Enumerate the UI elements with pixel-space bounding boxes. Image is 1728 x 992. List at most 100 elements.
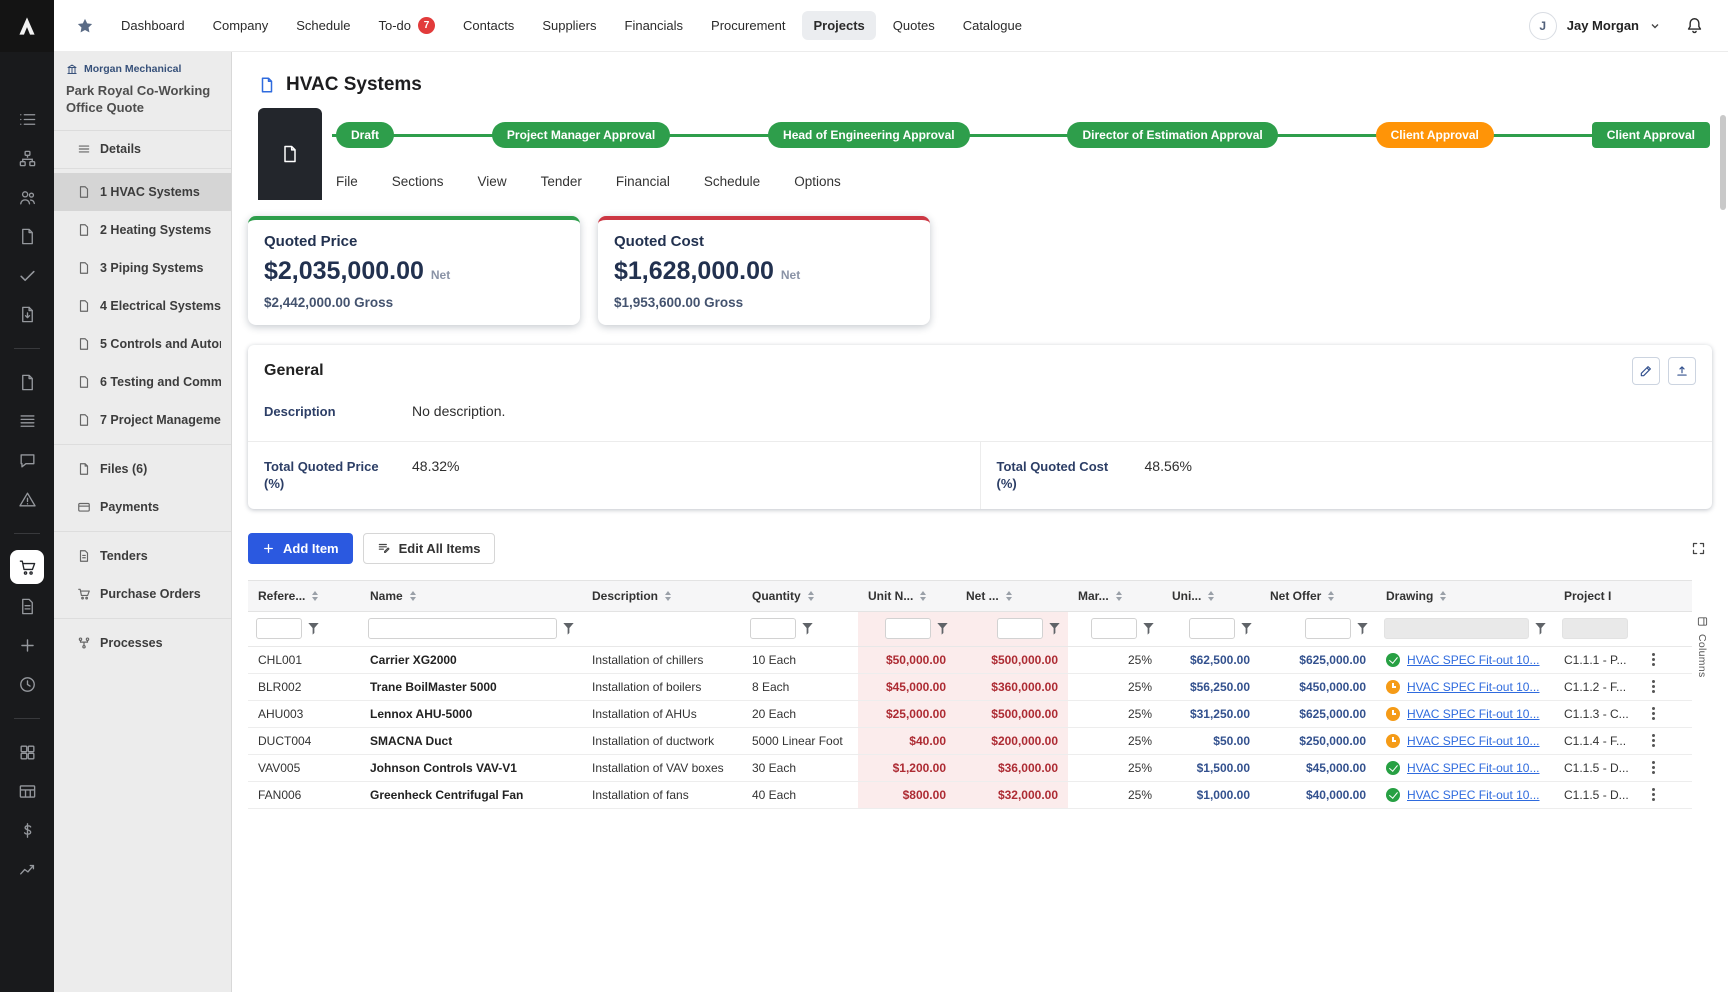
drawing-filter-input[interactable] [1384, 618, 1529, 639]
table-row[interactable]: FAN006 Greenheck Centrifugal Fan Install… [248, 782, 1692, 809]
filter-funnel-icon[interactable] [563, 623, 574, 635]
workflow-step-project-manager-approval[interactable]: Project Manager Approval [492, 122, 670, 148]
filter-funnel-icon[interactable] [1049, 623, 1060, 635]
file-import-icon[interactable] [10, 297, 44, 331]
edit-all-items-button[interactable]: Edit All Items [363, 533, 495, 564]
sidebar-section-controls-automation[interactable]: 5 Controls and Automation [54, 325, 231, 363]
quantity-filter-input[interactable] [750, 618, 796, 639]
unit-net-filter-input[interactable] [885, 618, 931, 639]
nav-schedule[interactable]: Schedule [285, 11, 361, 40]
column-header-net-cost[interactable]: Net ... [956, 581, 1068, 611]
drawing-link[interactable]: HVAC SPEC Fit-out 10... [1407, 734, 1540, 748]
filter-funnel-icon[interactable] [802, 623, 813, 635]
row-menu-kebab-icon[interactable] [1652, 712, 1655, 715]
row-menu-kebab-icon[interactable] [1652, 793, 1655, 796]
dashboard-grid-icon[interactable] [10, 735, 44, 769]
drawing-link[interactable]: HVAC SPEC Fit-out 10... [1407, 680, 1540, 694]
column-header-reference[interactable]: Refere... [248, 581, 360, 611]
sidebar-section-piping-systems[interactable]: 3 Piping Systems [54, 249, 231, 287]
fullscreen-expand-button[interactable] [1684, 534, 1712, 562]
people-icon[interactable] [10, 180, 44, 214]
sidebar-section-hvac-systems[interactable]: 1 HVAC Systems [54, 173, 231, 211]
edit-pencil-button[interactable] [1632, 357, 1660, 385]
company-link[interactable]: Morgan Mechanical [54, 52, 231, 80]
add-plus-icon[interactable] [10, 628, 44, 662]
list-rows-icon[interactable] [10, 404, 44, 438]
columns-panel-toggle[interactable]: Columns [1692, 580, 1712, 809]
column-header-name[interactable]: Name [360, 581, 582, 611]
favorites-star-icon[interactable] [76, 17, 94, 35]
nav-catalogue[interactable]: Catalogue [952, 11, 1033, 40]
table-row[interactable]: BLR002 Trane BoilMaster 5000 Installatio… [248, 674, 1692, 701]
drawing-link[interactable]: HVAC SPEC Fit-out 10... [1407, 788, 1540, 802]
sidebar-section-testing-commissioning[interactable]: 6 Testing and Commissioning [54, 363, 231, 401]
drawing-link[interactable]: HVAC SPEC Fit-out 10... [1407, 761, 1540, 775]
nav-company[interactable]: Company [202, 11, 280, 40]
column-header-quantity[interactable]: Quantity [742, 581, 858, 611]
document-icon[interactable] [10, 219, 44, 253]
drawing-link[interactable]: HVAC SPEC Fit-out 10... [1407, 653, 1540, 667]
row-menu-kebab-icon[interactable] [1652, 685, 1655, 688]
workflow-step-director-of-estimation-approval[interactable]: Director of Estimation Approval [1067, 122, 1277, 148]
margin-filter-input[interactable] [1091, 618, 1137, 639]
export-up-button[interactable] [1668, 357, 1696, 385]
invoice-icon[interactable] [10, 589, 44, 623]
sort-icon[interactable] [410, 591, 416, 601]
app-logo[interactable] [0, 0, 54, 52]
user-name[interactable]: Jay Morgan [1567, 18, 1639, 33]
sidebar-item-processes[interactable]: Processes [54, 624, 231, 662]
cart-icon[interactable] [10, 550, 44, 584]
user-avatar[interactable]: J [1529, 12, 1557, 40]
add-item-button[interactable]: Add Item [248, 533, 353, 564]
table-row[interactable]: DUCT004 SMACNA Duct Installation of duct… [248, 728, 1692, 755]
filter-funnel-icon[interactable] [308, 623, 319, 635]
workflow-step-head-of-engineering-approval[interactable]: Head of Engineering Approval [768, 122, 970, 148]
menu-tender[interactable]: Tender [541, 174, 582, 189]
project-filter-input[interactable] [1562, 618, 1628, 639]
finance-dollar-icon[interactable] [10, 813, 44, 847]
workflow-step-client-approval-final[interactable]: Client Approval [1592, 122, 1710, 148]
sort-icon[interactable] [920, 591, 926, 601]
table-icon[interactable] [10, 774, 44, 808]
menu-file[interactable]: File [336, 174, 358, 189]
nav-todo[interactable]: To-do 7 [367, 10, 446, 41]
net-offer-filter-input[interactable] [1305, 618, 1351, 639]
sidebar-item-files[interactable]: Files (6) [54, 450, 231, 488]
row-menu-kebab-icon[interactable] [1652, 739, 1655, 742]
sidebar-item-payments[interactable]: Payments [54, 488, 231, 526]
column-header-net-offer[interactable]: Net Offer [1260, 581, 1376, 611]
column-header-description[interactable]: Description [582, 581, 742, 611]
table-row[interactable]: AHU003 Lennox AHU-5000 Installation of A… [248, 701, 1692, 728]
menu-schedule[interactable]: Schedule [704, 174, 760, 189]
filter-funnel-icon[interactable] [1143, 623, 1154, 635]
sort-icon[interactable] [1440, 591, 1446, 601]
sort-icon[interactable] [1006, 591, 1012, 601]
tasks-check-icon[interactable] [10, 258, 44, 292]
vertical-scrollbar-thumb[interactable] [1720, 115, 1726, 210]
menu-options[interactable]: Options [794, 174, 841, 189]
workflow-step-client-approval-current[interactable]: Client Approval [1376, 122, 1494, 148]
sort-icon[interactable] [312, 591, 318, 601]
clock-icon[interactable] [10, 667, 44, 701]
sitemap-icon[interactable] [10, 141, 44, 175]
menu-financial[interactable]: Financial [616, 174, 670, 189]
workflow-step-draft[interactable]: Draft [336, 122, 394, 148]
sort-icon[interactable] [1208, 591, 1214, 601]
notifications-bell-icon[interactable] [1685, 16, 1704, 35]
sort-icon[interactable] [808, 591, 814, 601]
chat-icon[interactable] [10, 443, 44, 477]
filter-funnel-icon[interactable] [937, 623, 948, 635]
column-header-project[interactable]: Project I [1554, 581, 1636, 611]
nav-procurement[interactable]: Procurement [700, 11, 796, 40]
column-header-unit-offer[interactable]: Uni... [1162, 581, 1260, 611]
column-header-drawing[interactable]: Drawing [1376, 581, 1554, 611]
filter-funnel-icon[interactable] [1535, 623, 1546, 635]
sidebar-section-project-management[interactable]: 7 Project Management [54, 401, 231, 439]
filter-funnel-icon[interactable] [1357, 623, 1368, 635]
table-row[interactable]: CHL001 Carrier XG2000 Installation of ch… [248, 647, 1692, 674]
sidebar-item-tenders[interactable]: Tenders [54, 537, 231, 575]
column-header-unit-net[interactable]: Unit N... [858, 581, 956, 611]
user-menu-chevron-down-icon[interactable] [1649, 20, 1661, 32]
sidebar-section-electrical-systems[interactable]: 4 Electrical Systems [54, 287, 231, 325]
sort-icon[interactable] [1116, 591, 1122, 601]
